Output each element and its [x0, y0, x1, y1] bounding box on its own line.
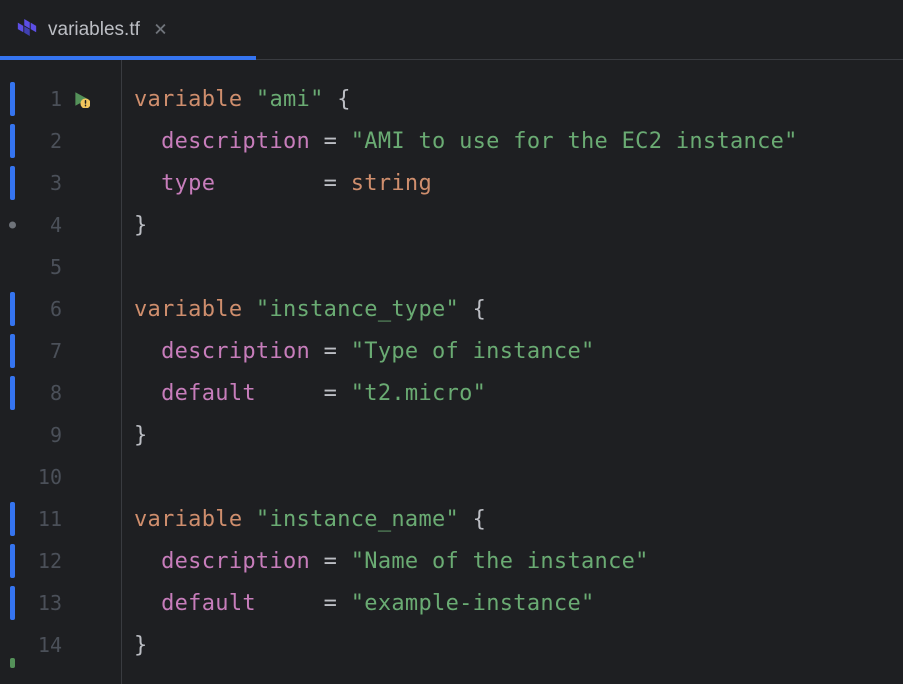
line-number: 10 [4, 465, 62, 489]
code-line [134, 456, 903, 498]
code-line: type = string [134, 162, 903, 204]
code-line: } [134, 414, 903, 456]
brace: } [134, 633, 148, 658]
file-tab[interactable]: variables.tf × [0, 0, 187, 59]
change-marker [10, 586, 15, 620]
code-line: variable "instance_name" { [134, 498, 903, 540]
gutter-line[interactable]: 12 [0, 540, 121, 582]
brace: { [324, 87, 351, 112]
line-number: 14 [4, 633, 62, 657]
code-line: default = "t2.micro" [134, 372, 903, 414]
property: default [161, 591, 256, 616]
gutter: 1 2 3 4 5 6 [0, 60, 122, 684]
gutter-line[interactable]: 8 [0, 372, 121, 414]
change-marker [10, 82, 15, 116]
code-line: default = "example-instance" [134, 582, 903, 624]
change-marker-added [10, 658, 15, 668]
gutter-line[interactable]: 3 [0, 162, 121, 204]
gutter-line[interactable]: 6 [0, 288, 121, 330]
keyword: variable [134, 87, 242, 112]
keyword: variable [134, 507, 242, 532]
change-marker [10, 502, 15, 536]
string: "instance_name" [256, 507, 459, 532]
brace: { [459, 297, 486, 322]
code-line: description = "AMI to use for the EC2 in… [134, 120, 903, 162]
gutter-line[interactable]: 10 [0, 456, 121, 498]
string: "AMI to use for the EC2 instance" [351, 129, 798, 154]
line-number: 5 [4, 255, 62, 279]
gutter-line[interactable]: 7 [0, 330, 121, 372]
gutter-line[interactable]: 9 [0, 414, 121, 456]
breakpoint-dot[interactable] [9, 222, 16, 229]
string: "instance_type" [256, 297, 459, 322]
terraform-icon [16, 19, 38, 41]
string: "Type of instance" [351, 339, 595, 364]
string: "Name of the instance" [351, 549, 649, 574]
brace: { [459, 507, 486, 532]
type: string [351, 171, 432, 196]
change-marker [10, 544, 15, 578]
property: description [161, 339, 310, 364]
tab-filename: variables.tf [48, 19, 140, 41]
code-line: } [134, 204, 903, 246]
string: "example-instance" [351, 591, 595, 616]
code-line: variable "ami" { [134, 78, 903, 120]
close-icon[interactable]: × [150, 17, 171, 43]
brace: } [134, 213, 148, 238]
code-line: } [134, 624, 903, 666]
property: description [161, 549, 310, 574]
property: description [161, 129, 310, 154]
gutter-line[interactable]: 4 [0, 204, 121, 246]
gutter-line[interactable]: 5 [0, 246, 121, 288]
brace: } [134, 423, 148, 448]
string: "ami" [256, 87, 324, 112]
gutter-line[interactable]: 2 [0, 120, 121, 162]
change-marker [10, 334, 15, 368]
gutter-line[interactable]: 14 [0, 624, 121, 666]
code-line: description = "Name of the instance" [134, 540, 903, 582]
property: default [161, 381, 256, 406]
string: "t2.micro" [351, 381, 486, 406]
gutter-line[interactable]: 1 [0, 78, 121, 120]
change-marker [10, 124, 15, 158]
change-marker [10, 292, 15, 326]
line-number: 9 [4, 423, 62, 447]
tab-bar: variables.tf × [0, 0, 903, 60]
code-line [134, 246, 903, 288]
run-icon[interactable] [72, 90, 90, 108]
change-marker [10, 166, 15, 200]
gutter-line[interactable]: 13 [0, 582, 121, 624]
change-marker [10, 376, 15, 410]
code-area[interactable]: variable "ami" { description = "AMI to u… [122, 60, 903, 684]
property: type [161, 171, 215, 196]
code-line: description = "Type of instance" [134, 330, 903, 372]
keyword: variable [134, 297, 242, 322]
code-line: variable "instance_type" { [134, 288, 903, 330]
editor: 1 2 3 4 5 6 [0, 60, 903, 684]
gutter-line[interactable]: 11 [0, 498, 121, 540]
